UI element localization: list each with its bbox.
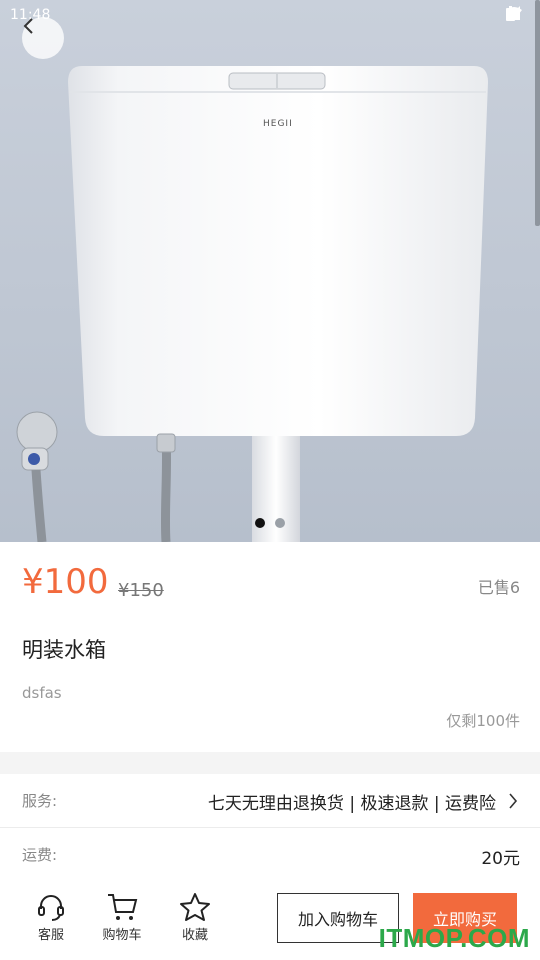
original-price: ¥150 [118,580,164,601]
cart-label: 购物车 [102,928,142,943]
stock-remaining: 仅剩100件 [446,712,520,730]
product-description: dsfas [22,684,62,702]
shipping-row: 运费: 20元 [0,828,540,882]
sold-count: 已售6 [477,578,520,597]
chevron-right-icon [509,793,518,809]
star-icon [180,893,210,921]
customer-service-label: 客服 [37,928,64,943]
carousel-dot-2[interactable] [275,518,285,528]
service-value: 七天无理由退换货 | 极速退款 | 运费险 [207,794,496,814]
shopping-cart-icon [108,894,138,920]
service-label: 服务: [22,792,58,810]
battery-icon [506,6,515,21]
chevron-left-icon [23,18,33,34]
cart-button[interactable]: 购物车 [92,892,152,943]
scroll-indicator [535,0,540,226]
carousel-dot-1[interactable] [255,518,265,528]
headset-icon [38,895,64,921]
tank-brand-label: HEGII [263,119,293,129]
status-bar: 11:48 [0,0,540,30]
toilet-tank-image [16,66,488,542]
favorite-label: 收藏 [181,928,208,943]
customer-service-button[interactable]: 客服 [21,892,81,943]
product-title: 明装水箱 [22,638,106,662]
back-button[interactable] [22,17,64,59]
carousel-dots [255,518,285,528]
product-image-carousel[interactable]: HEGII 11:48 [0,0,540,542]
favorite-button[interactable]: 收藏 [165,892,225,943]
shipping-value: 20元 [481,849,520,869]
shipping-label: 运费: [22,846,58,864]
section-divider [0,752,540,774]
site-watermark: ITMOP.COM [378,923,530,953]
product-price: ¥100 [22,562,109,602]
service-row[interactable]: 服务: 七天无理由退换货 | 极速退款 | 运费险 [0,774,540,828]
